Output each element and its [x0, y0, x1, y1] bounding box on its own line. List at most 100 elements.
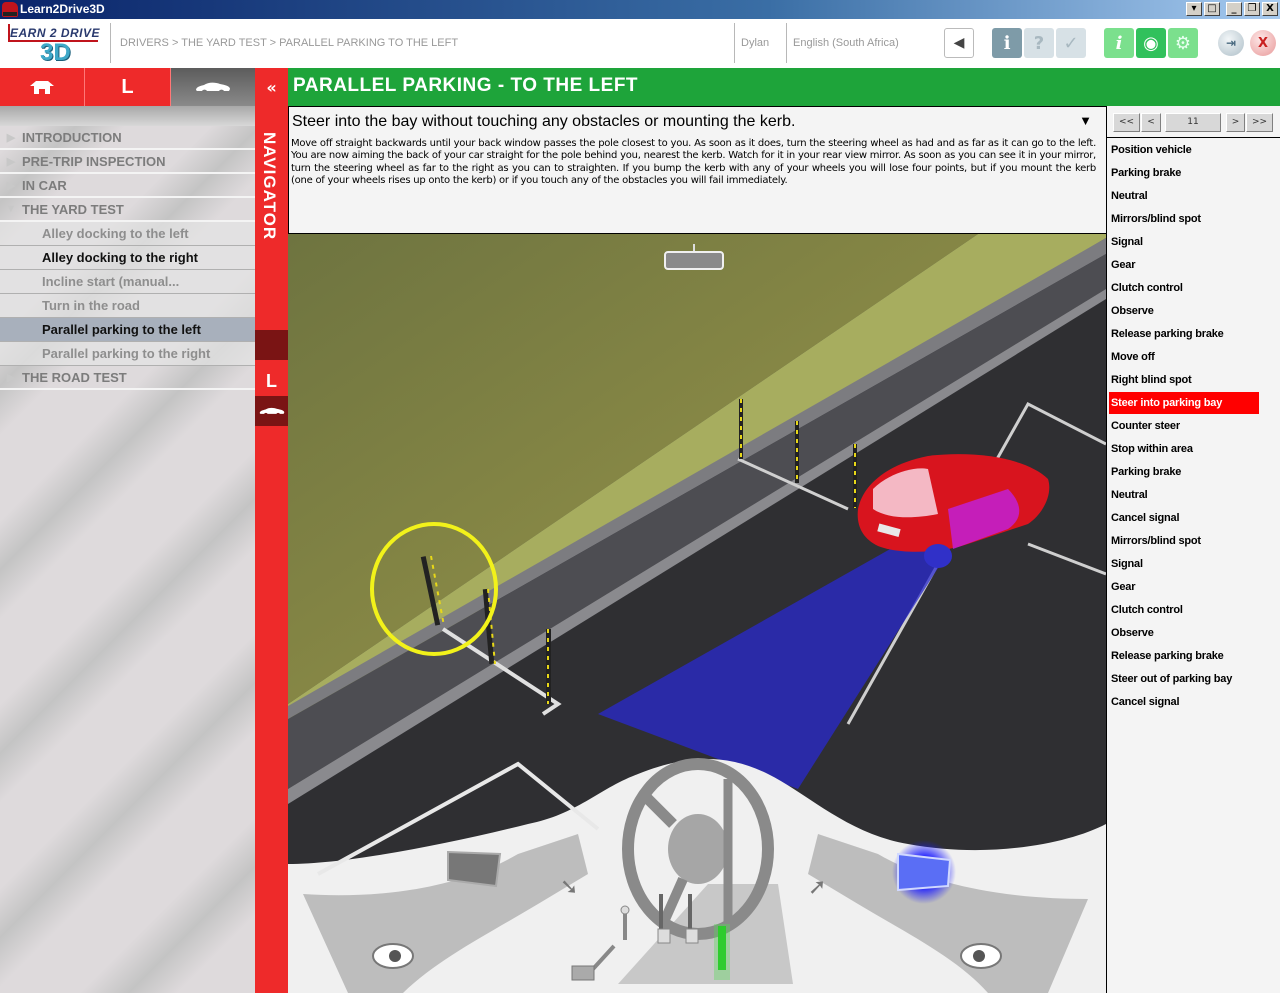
step-item[interactable]: Observe [1109, 622, 1259, 644]
restore-button[interactable]: ❐ [1244, 2, 1260, 16]
right-indicator-active[interactable] [897, 852, 952, 892]
expand-arrow-icon: ▶ [6, 131, 16, 144]
brake-pedal[interactable] [685, 928, 699, 944]
learner-icon: L [121, 75, 134, 98]
close-app-button[interactable]: X [1250, 30, 1276, 56]
first-step-button[interactable]: << [1113, 113, 1140, 132]
step-item[interactable]: Steer out of parking bay [1109, 668, 1259, 690]
navigator-placeholder [255, 330, 288, 360]
3d-scene-view[interactable]: ➘ ➚ [288, 234, 1106, 993]
exit-button[interactable]: ⇥ [1218, 30, 1244, 56]
tab-car[interactable] [170, 68, 255, 106]
left-signal-arrow-icon[interactable]: ➘ [560, 875, 578, 900]
system-menu-button[interactable]: ▾ [1186, 2, 1202, 16]
step-item[interactable]: Stop within area [1109, 438, 1259, 460]
video-button[interactable]: ◉ [1136, 28, 1166, 58]
navigator-learner-button[interactable]: L [255, 366, 288, 396]
settings-button[interactable]: ⚙ [1168, 28, 1198, 58]
check-button[interactable]: ✓ [1056, 28, 1086, 58]
close-icon: X [1257, 35, 1269, 51]
nav-section-pre-trip[interactable]: ▶ PRE-TRIP INSPECTION [0, 150, 255, 174]
collapse-navigator-button[interactable]: « [255, 68, 288, 106]
info-button[interactable]: i [1104, 28, 1134, 58]
app-header: EARN 2 DRIVE 3D DRIVERS > THE YARD TEST … [0, 19, 1280, 68]
tab-learner[interactable]: L [85, 68, 171, 106]
step-item[interactable]: Gear [1109, 254, 1259, 276]
nav-label: THE YARD TEST [22, 201, 124, 217]
guide-icon: ℹ [1003, 32, 1011, 54]
car-icon [195, 82, 230, 91]
nav-item-parallel-right[interactable]: Parallel parking to the right [0, 342, 255, 366]
accelerator-pedal-active[interactable] [718, 926, 726, 970]
page-title: PARALLEL PARKING - TO THE LEFT [288, 68, 1280, 106]
step-item[interactable]: Signal [1109, 231, 1259, 253]
small-restore-button[interactable]: □ [1204, 2, 1220, 16]
nav-section-introduction[interactable]: ▶ INTRODUCTION [0, 126, 255, 150]
step-item[interactable]: Mirrors/blind spot [1109, 530, 1259, 552]
next-step-button[interactable]: > [1226, 113, 1245, 132]
step-item[interactable]: Neutral [1109, 484, 1259, 506]
step-item[interactable]: Mirrors/blind spot [1109, 208, 1259, 230]
step-item[interactable]: Position vehicle [1109, 139, 1259, 161]
guide-button[interactable]: ℹ [992, 28, 1022, 58]
clutch-pedal[interactable] [657, 928, 671, 944]
current-step-field[interactable]: 11 [1165, 113, 1221, 132]
expand-arrow-icon: ▶ [6, 371, 16, 384]
prev-step-button[interactable]: < [1141, 113, 1161, 132]
close-window-button[interactable]: X [1262, 2, 1278, 16]
nav-item-parallel-left[interactable]: Parallel parking to the left [0, 318, 255, 342]
step-item[interactable]: Counter steer [1109, 415, 1259, 437]
step-item[interactable]: Right blind spot [1109, 369, 1259, 391]
step-item[interactable]: Move off [1109, 346, 1259, 368]
step-item[interactable]: Cancel signal [1109, 507, 1259, 529]
step-item[interactable]: Signal [1109, 553, 1259, 575]
navigator-strip: « NAVIGATOR L [255, 68, 288, 993]
step-pager: << < 11 > >> [1107, 106, 1280, 138]
step-item[interactable]: Clutch control [1109, 599, 1259, 621]
language-selector[interactable]: English (South Africa) [793, 37, 899, 49]
step-item-current[interactable]: Steer into parking bay [1109, 392, 1259, 414]
step-item[interactable]: Observe [1109, 300, 1259, 322]
nav-label: PRE-TRIP INSPECTION [22, 153, 166, 169]
breadcrumb: DRIVERS > THE YARD TEST > PARALLEL PARKI… [120, 37, 459, 49]
help-button[interactable]: ? [1024, 28, 1054, 58]
step-item[interactable]: Parking brake [1109, 162, 1259, 184]
expand-arrow-icon: ▶ [6, 155, 16, 168]
nav-section-in-car[interactable]: ▶ IN CAR [0, 174, 255, 198]
learn2drive-logo: EARN 2 DRIVE 3D [6, 23, 106, 66]
step-item[interactable]: Parking brake [1109, 461, 1259, 483]
step-list-panel: << < 11 > >> Position vehicle Parking bra… [1106, 106, 1280, 993]
header-divider [734, 23, 735, 63]
nav-section-yard-test[interactable]: ▼ THE YARD TEST [0, 198, 255, 222]
instruction-body: Move off straight backwards until your b… [291, 138, 1096, 187]
nav-label: INTRODUCTION [22, 129, 122, 145]
checkmark-icon: ✓ [1063, 32, 1079, 54]
nav-item-alley-left[interactable]: Alley docking to the left [0, 222, 255, 246]
scene-graphic: ➘ ➚ [288, 234, 1106, 993]
sidebar-header-gap [0, 106, 255, 126]
nav-section-road-test[interactable]: ▶ THE ROAD TEST [0, 366, 255, 390]
left-mirror-indicator[interactable] [447, 850, 502, 888]
car-icon [259, 407, 284, 414]
nav-item-alley-right[interactable]: Alley docking to the right [0, 246, 255, 270]
instruction-panel: Steer into the bay without touching any … [288, 106, 1106, 234]
last-step-button[interactable]: >> [1246, 113, 1273, 132]
expand-instruction-icon[interactable]: ▼ [1079, 113, 1092, 128]
app-icon [2, 2, 18, 17]
step-item[interactable]: Gear [1109, 576, 1259, 598]
nav-label: THE ROAD TEST [22, 369, 127, 385]
nav-item-incline-start[interactable]: Incline start (manual... [0, 270, 255, 294]
step-item[interactable]: Cancel signal [1109, 691, 1259, 713]
step-item[interactable]: Neutral [1109, 185, 1259, 207]
right-signal-arrow-icon[interactable]: ➚ [808, 875, 826, 900]
step-item[interactable]: Clutch control [1109, 277, 1259, 299]
step-item[interactable]: Release parking brake [1109, 645, 1259, 667]
user-name[interactable]: Dylan [741, 37, 769, 49]
back-button[interactable]: ◀ [944, 28, 974, 58]
step-item[interactable]: Release parking brake [1109, 323, 1259, 345]
nav-item-turn-in-road[interactable]: Turn in the road [0, 294, 255, 318]
minimize-button[interactable]: _ [1226, 2, 1242, 16]
navigator-car-button[interactable] [255, 396, 288, 426]
tab-house[interactable] [0, 68, 86, 106]
navigator-label: NAVIGATOR [260, 132, 279, 241]
